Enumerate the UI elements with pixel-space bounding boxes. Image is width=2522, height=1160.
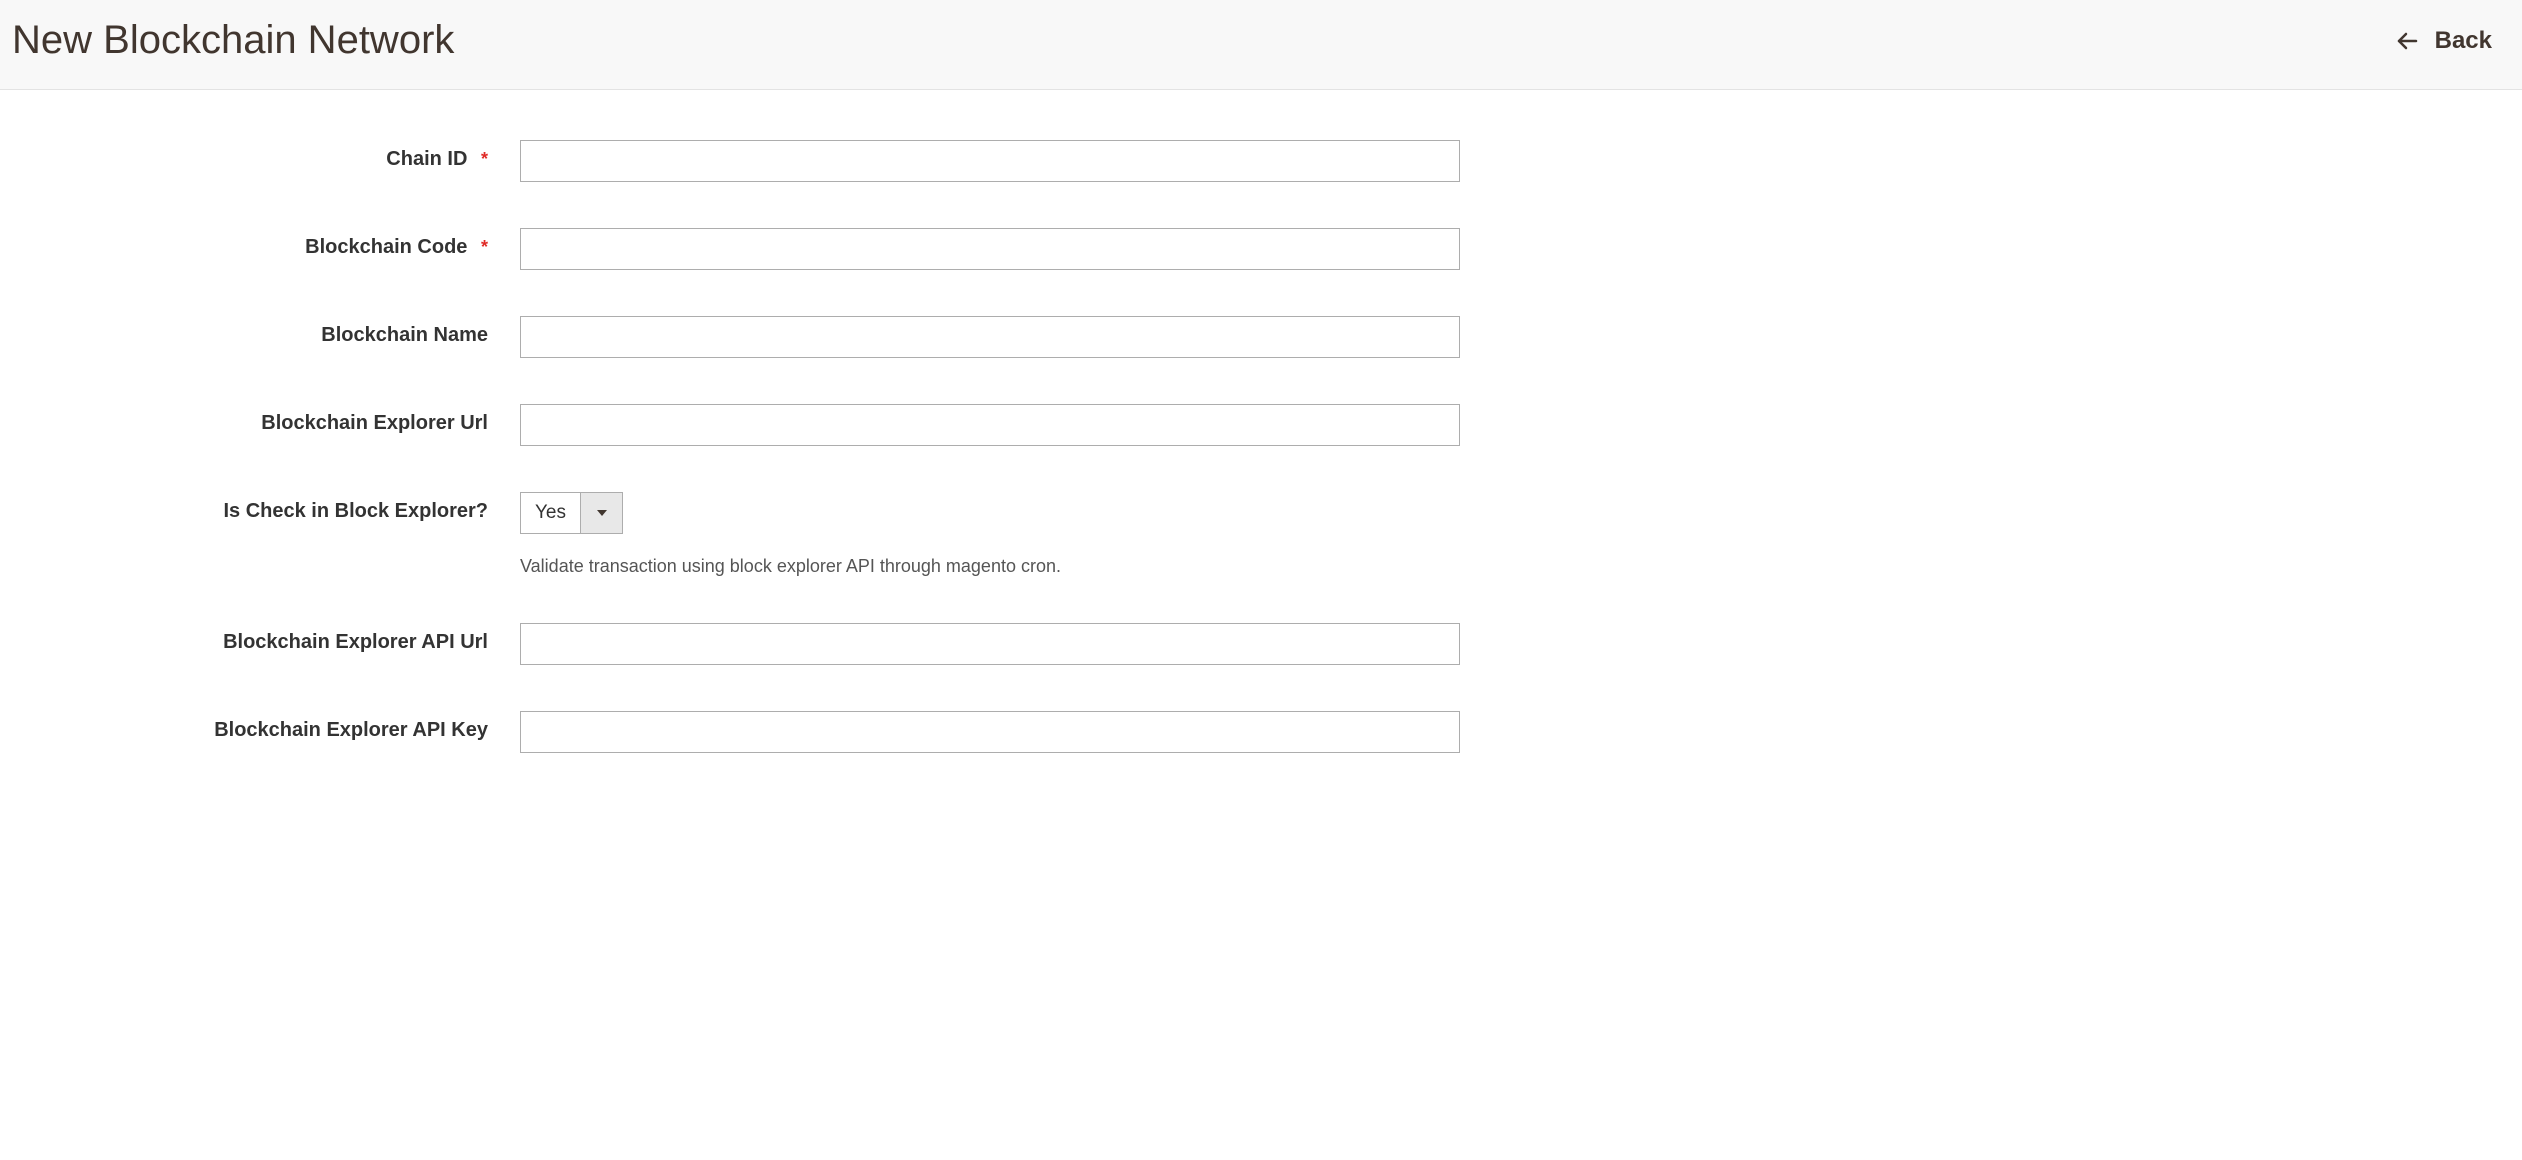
back-button[interactable]: Back <box>2395 27 2502 55</box>
field-label: Blockchain Code * <box>20 228 520 259</box>
field-row-chain-id: Chain ID * <box>20 140 2502 182</box>
field-row-blockchain-code: Blockchain Code * <box>20 228 2502 270</box>
field-input-wrapper <box>520 140 1460 182</box>
field-row-blockchain-explorer-url: Blockchain Explorer Url <box>20 404 2502 446</box>
blockchain-explorer-api-key-label-text: Blockchain Explorer API Key <box>214 719 488 741</box>
page-title: New Blockchain Network <box>12 18 454 63</box>
blockchain-explorer-api-url-input[interactable] <box>520 623 1460 665</box>
field-label: Is Check in Block Explorer? <box>20 492 520 523</box>
blockchain-name-label-text: Blockchain Name <box>321 324 488 346</box>
field-input-wrapper <box>520 623 1460 665</box>
field-row-is-check-block-explorer: Is Check in Block Explorer? Yes Validate… <box>20 492 2502 577</box>
field-input-wrapper <box>520 228 1460 270</box>
field-label: Blockchain Explorer API Url <box>20 623 520 654</box>
back-button-label: Back <box>2435 27 2492 55</box>
blockchain-explorer-api-url-label-text: Blockchain Explorer API Url <box>223 631 488 653</box>
arrow-left-icon <box>2395 29 2419 53</box>
blockchain-code-input[interactable] <box>520 228 1460 270</box>
is-check-block-explorer-select[interactable]: Yes <box>520 492 623 534</box>
field-input-wrapper: Yes Validate transaction using block exp… <box>520 492 1460 577</box>
field-row-blockchain-name: Blockchain Name <box>20 316 2502 358</box>
blockchain-explorer-url-label-text: Blockchain Explorer Url <box>261 412 488 434</box>
field-input-wrapper <box>520 404 1460 446</box>
field-row-blockchain-explorer-api-key: Blockchain Explorer API Key <box>20 711 2502 753</box>
field-note: Validate transaction using block explore… <box>520 556 1460 577</box>
blockchain-explorer-api-key-input[interactable] <box>520 711 1460 753</box>
field-label: Chain ID * <box>20 140 520 171</box>
page-header: New Blockchain Network Back <box>0 0 2522 90</box>
required-star-icon: * <box>481 237 488 257</box>
chain-id-input[interactable] <box>520 140 1460 182</box>
field-label: Blockchain Explorer Url <box>20 404 520 435</box>
select-value: Yes <box>521 493 580 533</box>
field-row-blockchain-explorer-api-url: Blockchain Explorer API Url <box>20 623 2502 665</box>
chevron-down-icon <box>580 493 622 533</box>
is-check-block-explorer-label-text: Is Check in Block Explorer? <box>223 500 488 522</box>
blockchain-explorer-url-input[interactable] <box>520 404 1460 446</box>
field-input-wrapper <box>520 316 1460 358</box>
blockchain-code-label-text: Blockchain Code <box>305 236 467 258</box>
field-label: Blockchain Name <box>20 316 520 347</box>
form-container: Chain ID * Blockchain Code * Blockchain … <box>0 90 2522 839</box>
chain-id-label-text: Chain ID <box>386 148 467 170</box>
field-label: Blockchain Explorer API Key <box>20 711 520 742</box>
blockchain-name-input[interactable] <box>520 316 1460 358</box>
required-star-icon: * <box>481 149 488 169</box>
field-input-wrapper <box>520 711 1460 753</box>
